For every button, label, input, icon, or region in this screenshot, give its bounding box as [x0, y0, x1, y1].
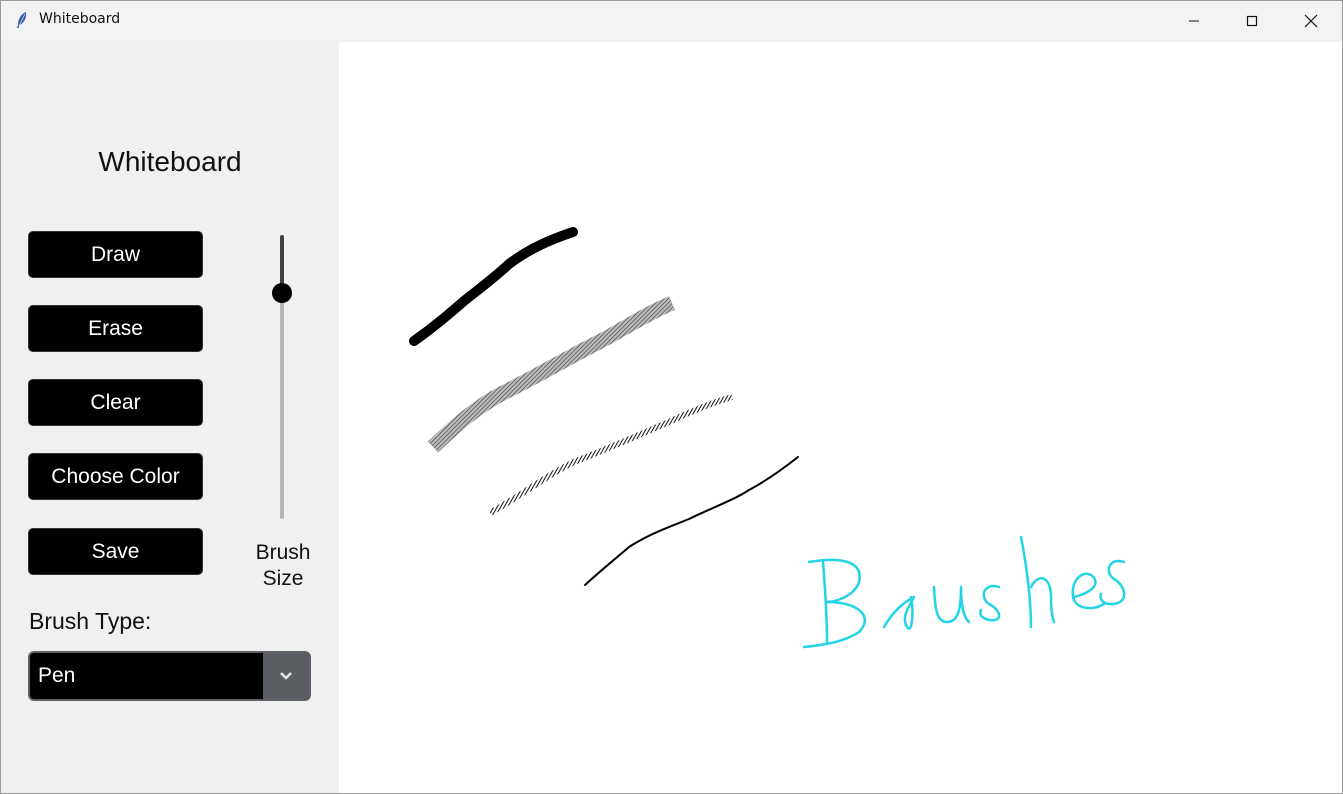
stroke-hatched-black	[488, 394, 733, 516]
stroke-thick-black	[409, 227, 578, 346]
handwritten-text	[802, 535, 1126, 649]
stroke-pen-black	[584, 456, 799, 586]
brush-size-label: Brush Size	[242, 540, 324, 592]
chevron-down-icon	[280, 672, 292, 680]
save-button[interactable]: Save	[28, 528, 203, 575]
title-bar[interactable]: Whiteboard	[1, 1, 1342, 41]
clear-button[interactable]: Clear	[28, 379, 203, 426]
window-title: Whiteboard	[39, 11, 121, 27]
brush-size-label-line1: Brush	[255, 541, 311, 564]
maximize-icon	[1246, 15, 1258, 27]
brush-size-label-line2: Size	[262, 567, 304, 590]
maximize-button[interactable]	[1223, 1, 1281, 41]
brush-size-slider[interactable]	[270, 235, 294, 519]
minimize-icon	[1189, 20, 1199, 22]
app-window: Whiteboard Whiteboard Draw Erase Clear C…	[0, 0, 1343, 794]
drawing-canvas[interactable]	[339, 42, 1342, 793]
panel-title: Whiteboard	[98, 146, 242, 177]
draw-button[interactable]: Draw	[28, 231, 203, 278]
erase-button[interactable]: Erase	[28, 305, 203, 352]
slider-track[interactable]	[280, 291, 284, 519]
close-icon	[1304, 14, 1318, 28]
canvas-drawing	[409, 227, 1126, 649]
minimize-button[interactable]	[1165, 1, 1223, 41]
tool-panel: Whiteboard Draw Erase Clear Choose Color…	[2, 42, 338, 793]
close-button[interactable]	[1282, 1, 1340, 41]
choose-color-button[interactable]: Choose Color	[28, 453, 203, 500]
brush-type-value: Pen	[38, 664, 76, 687]
feather-icon	[17, 12, 27, 28]
brush-type-label: Brush Type:	[29, 608, 152, 634]
dropdown-arrow-button[interactable]	[263, 653, 309, 699]
slider-thumb[interactable]	[272, 283, 292, 303]
brush-type-dropdown[interactable]: Pen	[28, 651, 311, 701]
stroke-textured-gray	[427, 296, 675, 453]
